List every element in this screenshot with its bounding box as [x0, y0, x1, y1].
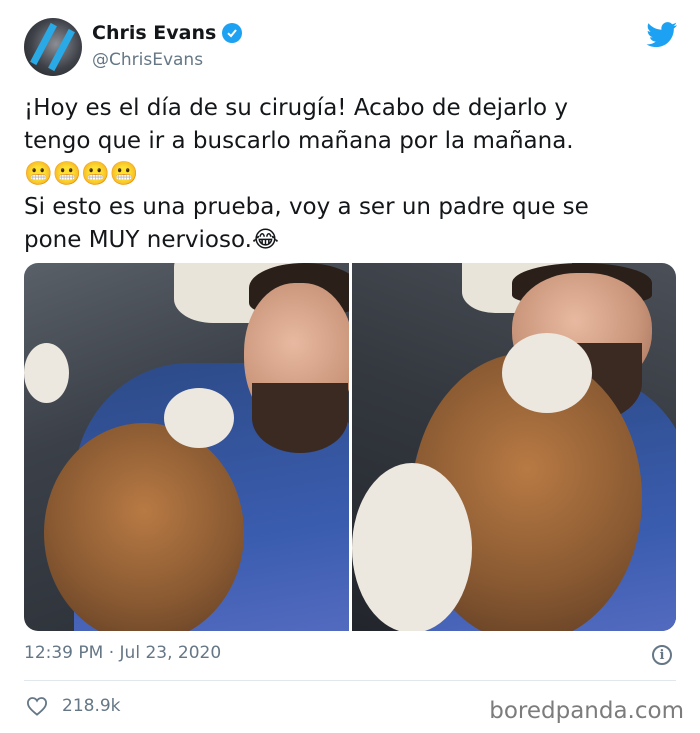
watermark: boredpanda.com	[489, 698, 684, 724]
photo-left[interactable]	[24, 263, 349, 631]
dog-chest-shape	[351, 463, 472, 631]
dog-muzzle-shape	[501, 333, 592, 413]
beard-shape	[252, 383, 348, 453]
author-name-row[interactable]: Chris Evans	[92, 22, 243, 44]
info-icon[interactable]: i	[652, 645, 672, 665]
divider	[24, 680, 676, 681]
heart-icon[interactable]	[26, 696, 48, 716]
photo-right[interactable]	[351, 263, 676, 631]
dog-paw-shape	[24, 343, 69, 403]
author-handle[interactable]: @ChrisEvans	[92, 50, 203, 70]
verified-badge-icon	[222, 23, 243, 43]
avatar[interactable]	[24, 18, 82, 76]
dog-shape	[44, 423, 244, 631]
like-count: 218.9k	[62, 696, 121, 716]
tweet-timestamp[interactable]: 12:39 PM · Jul 23, 2020	[24, 643, 221, 663]
dog-muzzle-shape	[164, 388, 234, 448]
tweet-media[interactable]	[24, 263, 676, 631]
twitter-bird-icon[interactable]	[646, 22, 678, 48]
like-button[interactable]: 218.9k	[26, 696, 121, 716]
tweet-text: ¡Hoy es el día de su cirugía! Acabo de d…	[24, 95, 589, 253]
author-name[interactable]: Chris Evans	[92, 22, 216, 44]
